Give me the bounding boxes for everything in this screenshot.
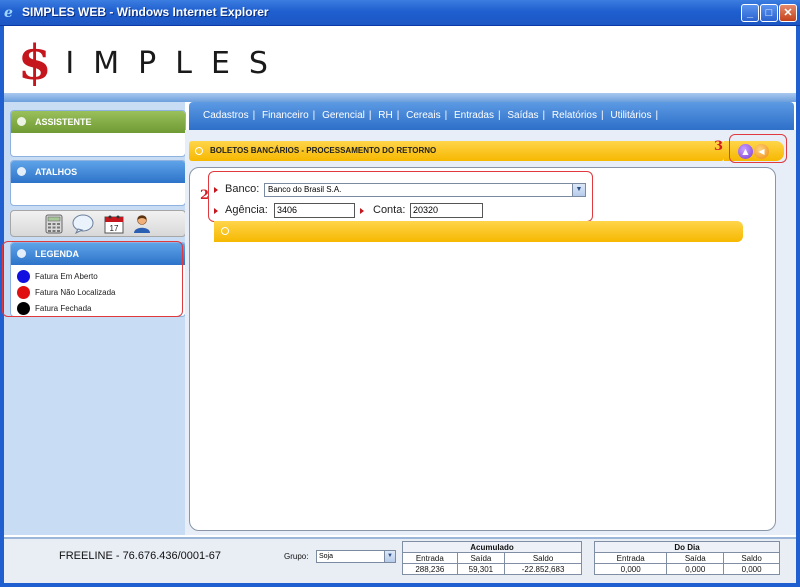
tools-toolbar: 17 [10, 210, 186, 237]
simples-logo: $ IMPLES [18, 38, 287, 88]
page-title: BOLETOS BANCÁRIOS - PROCESSAMENTO DO RET… [210, 146, 437, 155]
close-button[interactable]: ✕ [779, 4, 797, 22]
table-header: Entrada [593, 552, 668, 564]
chat-icon[interactable] [72, 214, 94, 235]
menu-item-financeiro[interactable]: Financeiro [262, 110, 309, 121]
assistente-panel: ASSISTENTE [10, 110, 186, 157]
logo-text: IMPLES [65, 45, 287, 81]
top-band [4, 93, 796, 102]
atalhos-header[interactable]: ATALHOS [11, 161, 185, 183]
menu-item-rh[interactable]: RH [378, 110, 392, 121]
calendar-day-number: 17 [110, 224, 119, 233]
annotation-box-3 [729, 134, 787, 163]
main-menu-bar: Cadastros | Financeiro | Gerencial | RH | Ce… [189, 102, 794, 130]
annotation-box-2 [208, 171, 593, 222]
panel-dot-icon [17, 167, 26, 176]
menu-separator: | [444, 110, 448, 121]
window-title: SIMPLES WEB - Windows Internet Explorer [22, 5, 269, 19]
do-dia-entrada: 0,000 [593, 563, 668, 575]
calculator-icon[interactable] [44, 214, 64, 234]
menu-separator: | [396, 110, 400, 121]
menu-separator: | [252, 110, 256, 121]
do-dia-saldo: 0,000 [723, 563, 780, 575]
menu-item-utilitarios[interactable]: Utilitários [610, 110, 651, 121]
acumulado-saida: 59,301 [456, 563, 506, 575]
page-header-bar: BOLETOS BANCÁRIOS - PROCESSAMENTO DO RET… [189, 141, 724, 161]
menu-item-entradas[interactable]: Entradas [454, 110, 494, 121]
atalhos-panel: ATALHOS [10, 160, 186, 206]
acumulado-title: Acumulado [402, 541, 582, 553]
table-header: Saldo [723, 552, 780, 564]
minimize-button[interactable]: _ [741, 4, 759, 22]
menu-separator: | [368, 110, 372, 121]
menu-separator: | [655, 110, 659, 121]
menu-items: Cadastros | Financeiro | Gerencial | RH | Ce… [203, 110, 662, 121]
menu-item-relatorios[interactable]: Relatórios [552, 110, 597, 121]
table-header: Saída [456, 552, 506, 564]
bar-dot-icon [221, 227, 229, 235]
menu-item-cereais[interactable]: Cereais [406, 110, 440, 121]
annotation-number-3: 3 [714, 139, 724, 154]
maximize-button[interactable]: □ [760, 4, 778, 22]
internet-explorer-icon: e [4, 5, 13, 21]
header-dot-icon [195, 147, 203, 155]
assistente-title: ASSISTENTE [35, 117, 92, 127]
table-header: Entrada [402, 552, 458, 564]
user-icon[interactable] [132, 214, 152, 234]
acumulado-saldo: -22.852,683 [504, 563, 582, 575]
company-info: FREELINE - 76.676.436/0001-67 [59, 550, 222, 562]
grupo-selected-value: Soja [319, 553, 334, 560]
menu-separator: | [312, 110, 316, 121]
menu-item-saidas[interactable]: Saídas [507, 110, 538, 121]
acumulado-table: Acumulado Entrada Saída Saldo 288,236 59… [402, 541, 582, 575]
results-header-bar [214, 221, 743, 242]
logo-symbol: $ [18, 35, 52, 91]
table-header: Saída [666, 552, 725, 564]
window-frame-bottom [0, 583, 800, 587]
chevron-down-icon[interactable]: ▼ [384, 551, 395, 562]
annotation-box-1 [2, 241, 183, 317]
window-titlebar: e SIMPLES WEB - Windows Internet Explore… [0, 0, 800, 26]
menu-item-cadastros[interactable]: Cadastros [203, 110, 249, 121]
panel-dot-icon [17, 117, 26, 126]
acumulado-entrada: 288,236 [402, 563, 458, 575]
calendar-icon[interactable]: 17 [104, 214, 124, 234]
sidebar: ASSISTENTE ATALHOS 17 LEGENDA Fatura Em … [4, 102, 186, 535]
do-dia-table: Do Dia Entrada Saída Saldo 0,000 0,000 0… [593, 541, 780, 575]
atalhos-title: ATALHOS [35, 167, 78, 177]
assistente-header[interactable]: ASSISTENTE [11, 111, 185, 133]
menu-separator: | [542, 110, 546, 121]
table-header: Saldo [504, 552, 582, 564]
annotation-number-2: 2 [200, 188, 210, 203]
window-frame-right [796, 26, 800, 587]
grupo-label: Grupo: [284, 552, 309, 561]
grupo-select[interactable]: Soja ▼ [316, 550, 396, 563]
menu-separator: | [600, 110, 604, 121]
do-dia-saida: 0,000 [666, 563, 725, 575]
menu-separator: | [498, 110, 501, 121]
menu-item-gerencial[interactable]: Gerencial [322, 110, 365, 121]
do-dia-title: Do Dia [594, 541, 780, 553]
